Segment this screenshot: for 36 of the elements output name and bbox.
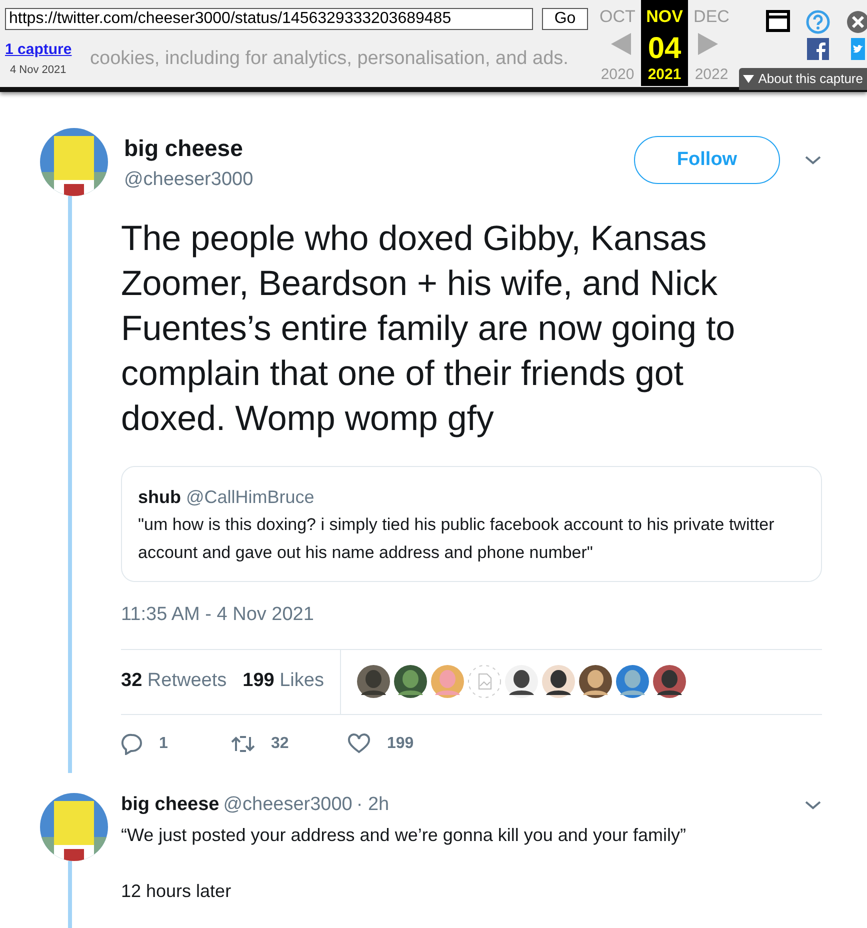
user-name[interactable]: big cheese	[124, 131, 634, 166]
quoted-tweet-card[interactable]: shub @CallHimBruce "um how is this doxing? i simply tied his public facebook account to his private twitter account and gave out his name address and phone number"	[121, 466, 822, 582]
reply-icon[interactable]	[121, 732, 143, 754]
reply-time[interactable]: · 2h	[356, 790, 390, 819]
user-name[interactable]: big cheese	[121, 790, 220, 819]
capture-date: 4 Nov 2021	[10, 63, 68, 78]
quoted-user-name: shub	[138, 487, 181, 507]
year-label[interactable]: 2021	[641, 64, 688, 86]
retweet-icon[interactable]	[231, 734, 255, 754]
action-count: 32	[271, 734, 289, 754]
user-handle[interactable]: @cheeser3000	[124, 166, 634, 194]
user-handle[interactable]: @cheeser3000	[223, 790, 352, 819]
caret-icon	[743, 74, 754, 83]
window-icon[interactable]	[766, 10, 790, 32]
heart-icon[interactable]	[347, 733, 371, 754]
quoted-user-handle: @CallHimBruce	[186, 487, 314, 507]
facebook-icon[interactable]	[807, 38, 829, 60]
action-count: 1	[159, 734, 168, 754]
action-count: 199	[387, 734, 414, 754]
about-capture-button[interactable]: About this capture	[739, 68, 867, 90]
tweet-text: The people who doxed Gibby, Kansas Zoomer, Beardson + his wife, and Nick Fuentes’s entire family are now going to complain that one of their friends got doxed. Womp womp gfy	[121, 218, 736, 440]
stat-link[interactable]: 32 Retweets	[121, 667, 227, 696]
reply-text: “We just posted your address and we’re gonna kill you and your family”	[121, 824, 687, 847]
stat-link[interactable]: 199 Likes	[242, 667, 324, 696]
month-label[interactable]: NOV	[641, 4, 688, 30]
close-icon[interactable]	[846, 10, 867, 34]
chevron-icon[interactable]	[804, 155, 822, 165]
reply-text: 12 hours later	[121, 880, 232, 903]
url-field[interactable]: https://twitter.com/cheeser3000/status/1456329333203689485	[5, 8, 533, 30]
cookie-notice-text: cookies, including for analytics, personalisation, and ads.	[90, 47, 568, 71]
captures-link[interactable]: 1 capture	[5, 41, 72, 58]
twitter-icon[interactable]	[851, 38, 865, 60]
quoted-tweet-text: "um how is this doxing? i simply tied his public facebook account to his private twitter account and gave out his name address and phone number"	[138, 514, 776, 564]
tweet-timestamp[interactable]: 11:35 AM - 4 Nov 2021	[121, 601, 822, 630]
chevron-icon[interactable]	[804, 800, 822, 810]
go-button[interactable]: Go	[542, 8, 588, 30]
